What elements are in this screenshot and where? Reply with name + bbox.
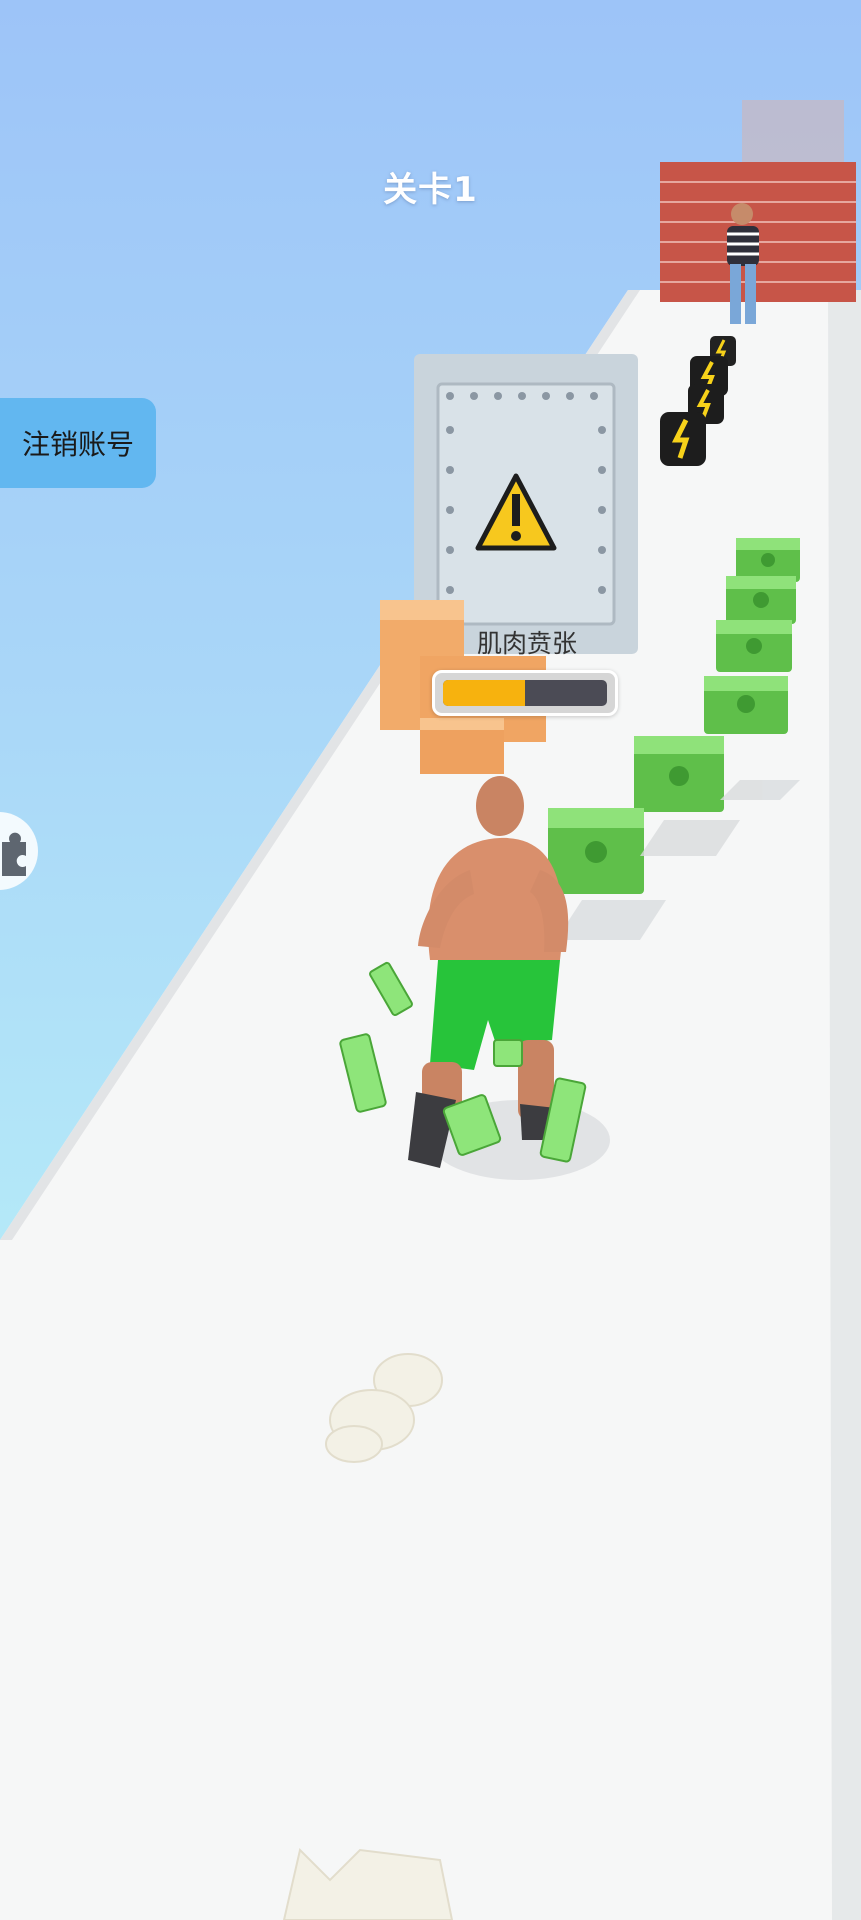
muscle-status-label: 肌肉贲张 <box>476 629 577 658</box>
level-title: 关卡1 <box>383 170 478 210</box>
game-scene <box>0 100 861 1920</box>
puzzle-icon <box>2 832 26 876</box>
logout-account-button[interactable]: 注销账号 <box>0 398 156 488</box>
progress-fill <box>443 680 525 706</box>
progress-track <box>443 680 607 706</box>
muscle-progress-bar <box>432 670 618 716</box>
side-tool-button[interactable] <box>0 812 38 890</box>
runway-side <box>828 290 861 1920</box>
